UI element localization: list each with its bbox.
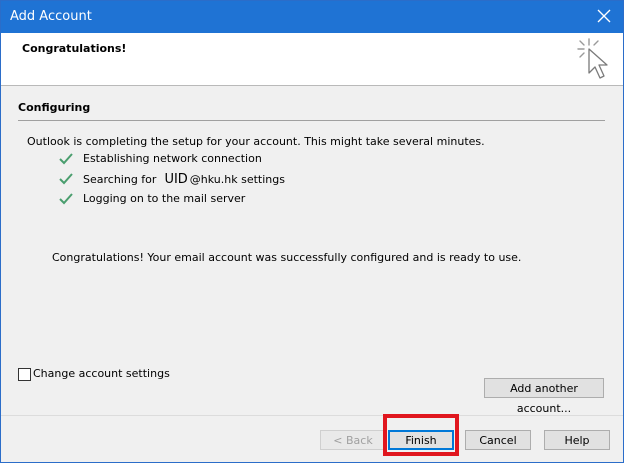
footer-divider [1, 415, 623, 416]
dialog-header: Congratulations! [1, 33, 623, 86]
close-icon[interactable] [595, 7, 613, 25]
magic-wand-cursor-icon [577, 38, 608, 79]
change-account-settings-checkbox[interactable] [18, 368, 31, 381]
step-label: Logging on to the mail server [83, 192, 246, 205]
step-label: Establishing network connection [83, 152, 262, 165]
checkmark-icon [59, 193, 73, 205]
change-account-settings-label[interactable]: Change account settings [33, 367, 170, 380]
header-heading: Congratulations! [22, 42, 127, 55]
section-title: Configuring [18, 101, 91, 114]
back-button[interactable]: < Back [320, 430, 386, 450]
add-another-account-button[interactable]: Add another account... [484, 378, 604, 415]
add-account-dialog: Add Account Congratulations! Configuring… [0, 0, 624, 463]
step-label: Searching for UID @hku.hk settings [83, 172, 285, 187]
cancel-button[interactable]: Cancel [465, 430, 531, 450]
help-button[interactable]: Help [544, 430, 610, 450]
finish-highlight-box [383, 414, 459, 456]
step-label-uid: UID [164, 172, 188, 187]
setup-description: Outlook is completing the setup for your… [27, 135, 485, 148]
success-message: Congratulations! Your email account was … [52, 251, 522, 264]
window-title: Add Account [10, 9, 92, 24]
step-label-prefix: Searching for [83, 173, 157, 186]
section-divider [18, 120, 605, 121]
checkmark-icon [59, 153, 73, 165]
step-label-suffix: @hku.hk settings [189, 173, 285, 186]
title-bar[interactable]: Add Account [1, 1, 623, 33]
checkmark-icon [59, 173, 73, 185]
